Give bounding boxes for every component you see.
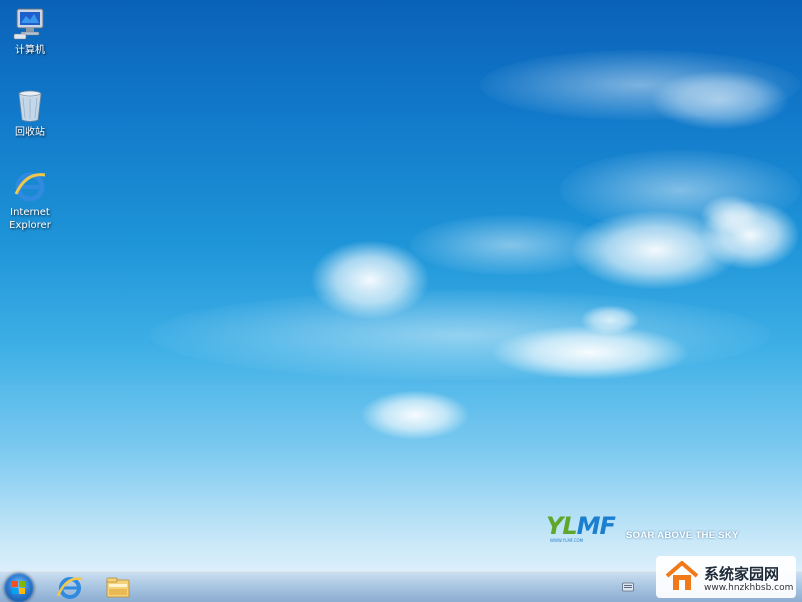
desktop-icon-label: Internet Explorer [9,207,51,231]
windows-logo-icon [12,581,25,594]
wallpaper-cloud [580,305,640,335]
wallpaper-cloud [700,195,760,235]
desktop-icon-recycle-bin[interactable]: 回收站 [0,88,60,139]
watermark-url: www.hnzkhbsb.com [704,583,794,593]
watermark-title: 系统家园网 [704,565,780,583]
brand-tagline: SOAR ABOVE THE SKY [626,530,739,541]
brand-url: WWW.YLMF.COM [550,538,584,543]
desktop: 计算机 回收站 Internet Explorer YLMF SOAR ABOV… [0,0,802,602]
wallpaper-cloud [490,325,690,380]
wallpaper-cloud [150,290,770,380]
desktop-icon-label: 计算机 [15,45,45,56]
internet-explorer-icon [56,577,83,599]
wallpaper-logo: YLMF SOAR ABOVE THE SKY WWW.YLMF.COM [546,512,746,546]
internet-explorer-icon [12,168,48,204]
wallpaper-cloud [360,390,470,440]
site-watermark: 系统家园网 www.hnzkhbsb.com [656,556,796,598]
desktop-icon-internet-explorer[interactable]: Internet Explorer [0,168,60,232]
start-button[interactable] [4,573,34,602]
brand-wordmark: YLMF [546,512,616,540]
wallpaper-cloud [650,70,790,130]
house-logo-icon [665,561,699,590]
keyboard-icon[interactable] [622,582,634,592]
taskbar-pinned-internet-explorer[interactable] [52,574,88,602]
taskbar-pinned-windows-explorer[interactable] [100,574,136,602]
desktop-icon-computer[interactable]: 计算机 [0,6,60,57]
folder-icon [106,577,130,598]
desktop-icon-label: 回收站 [15,127,45,138]
computer-icon [12,6,48,42]
recycle-bin-icon [12,88,48,124]
wallpaper-cloud [410,215,610,275]
